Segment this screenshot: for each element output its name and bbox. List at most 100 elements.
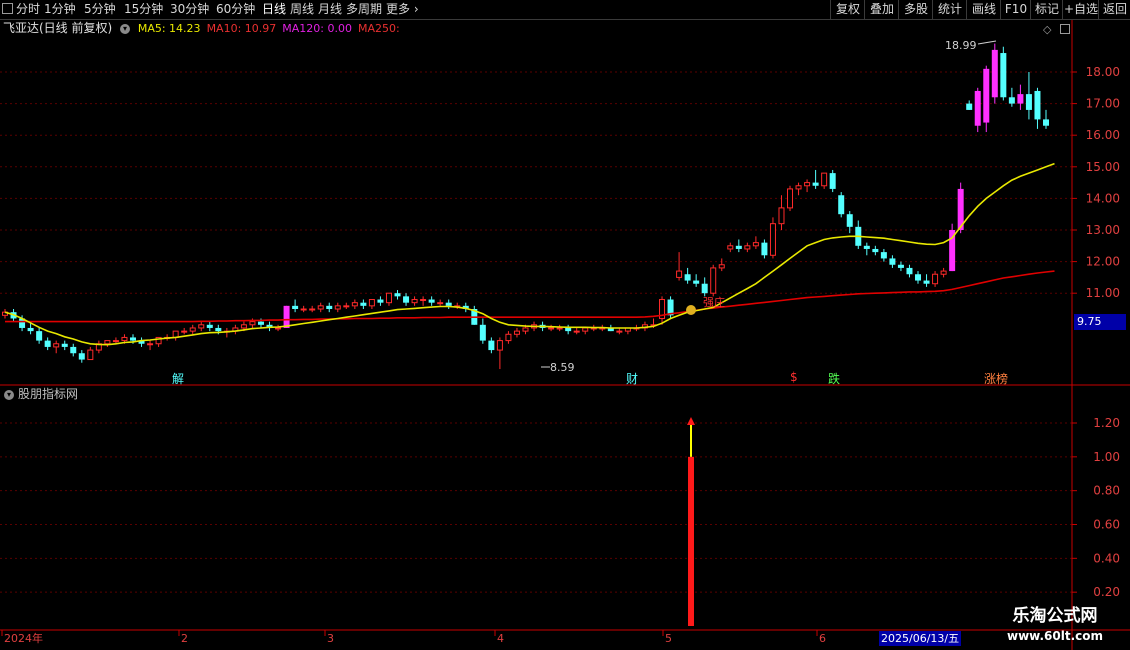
candle-body xyxy=(863,245,870,249)
candle-body xyxy=(513,330,520,335)
candle-body xyxy=(684,274,691,281)
candle-body xyxy=(112,340,119,343)
candle-body xyxy=(838,195,845,215)
strong-label: 强庄 xyxy=(703,296,725,309)
candle-body xyxy=(104,340,111,345)
candle-body xyxy=(556,327,563,330)
candle-body xyxy=(966,103,973,110)
date-tick-label: 5 xyxy=(665,632,672,645)
candle-body xyxy=(394,293,401,297)
watermark-title: 乐淘公式网 xyxy=(1012,606,1098,626)
indicator-tick-label: 0.20 xyxy=(1093,585,1120,599)
event-mark-1[interactable]: 财 xyxy=(626,370,638,387)
candle-body xyxy=(240,324,247,329)
ma-label-1: MA10: 10.97 xyxy=(206,22,277,35)
candle-body xyxy=(778,207,785,225)
last-price-box: 9.75 xyxy=(1074,314,1126,330)
window-box-icon[interactable] xyxy=(2,3,13,14)
watermark-url: www.60lt.com xyxy=(1006,629,1104,643)
candle-body xyxy=(573,330,580,333)
candle-body xyxy=(309,308,316,311)
indicator-title: 股朋指标网 xyxy=(18,387,79,401)
price-tick-label: 15.00 xyxy=(1086,160,1120,174)
period-tab-8[interactable]: 月线 xyxy=(318,0,342,19)
settings-circle-icon[interactable]: ▾ xyxy=(120,23,131,34)
date-tick-label: 6 xyxy=(819,632,826,645)
candle-body xyxy=(206,324,213,328)
candle-body xyxy=(906,267,913,275)
candle-body xyxy=(718,264,725,269)
candle-body xyxy=(377,299,384,303)
candle-body xyxy=(317,305,324,310)
candle-body xyxy=(787,188,794,209)
candle-body xyxy=(761,242,768,256)
date-tick-label: 3 xyxy=(327,632,334,645)
candle-body xyxy=(897,264,904,268)
candle-body xyxy=(121,336,128,342)
candle-body xyxy=(548,327,555,330)
candle-body xyxy=(496,340,503,351)
toolbar-button-4[interactable]: 画线 xyxy=(966,0,1001,19)
candle-body xyxy=(1025,94,1032,110)
indicator-tick-label: 0.60 xyxy=(1093,518,1120,532)
period-tab-7[interactable]: 周线 xyxy=(290,0,314,19)
period-tab-9[interactable]: 多周期 xyxy=(346,0,382,19)
candle-body xyxy=(420,299,427,302)
candle-body xyxy=(334,305,341,310)
period-tab-6[interactable]: 日线 xyxy=(262,0,286,19)
indicator-tick-label: 1.00 xyxy=(1093,450,1120,464)
candle-body xyxy=(872,248,879,253)
period-tab-5[interactable]: 60分钟 xyxy=(216,0,255,19)
candle-body xyxy=(940,270,947,275)
candle-body xyxy=(932,273,939,285)
period-tab-0[interactable]: 分时 xyxy=(16,0,40,19)
candle-body xyxy=(292,305,299,309)
candle-body xyxy=(36,331,43,341)
period-toolbar: 分时 1分钟 5分钟 15分钟 30分钟 60分钟 日线 周线 月线 多周期 更多 › 复权 叠加 多股… xyxy=(0,0,1130,20)
event-mark-4[interactable]: 涨榜 xyxy=(984,370,1008,387)
scroll-box-icon[interactable] xyxy=(1060,24,1070,34)
candle-body xyxy=(565,327,572,332)
event-mark-2[interactable]: $ xyxy=(790,370,798,384)
kline-chart[interactable]: 18.00 17.00 16.00 15.00 14.00 13.00 12.00 11.00… xyxy=(0,20,1130,650)
toolbar-button-8[interactable]: 返回 xyxy=(1098,0,1130,19)
cursor-date-box: 2025/06/13/五 xyxy=(879,631,962,646)
candle-body xyxy=(676,270,683,278)
toolbar-button-6[interactable]: 标记 xyxy=(1030,0,1063,19)
candle-body xyxy=(795,185,802,190)
toolbar-button-3[interactable]: 统计 xyxy=(932,0,967,19)
low-price-label: 8.59 xyxy=(550,361,575,374)
date-tick-label: 2024年 xyxy=(4,631,43,645)
event-mark-3[interactable]: 跌 xyxy=(828,370,840,387)
period-tab-4[interactable]: 30分钟 xyxy=(170,0,209,19)
period-tab-3[interactable]: 15分钟 xyxy=(124,0,163,19)
toolbar-button-5[interactable]: F10 xyxy=(1000,0,1031,19)
candle-body xyxy=(300,308,307,311)
candle-body xyxy=(710,267,717,294)
diamond-icon[interactable]: ◇ xyxy=(1043,23,1051,36)
candle-body xyxy=(1043,119,1049,126)
candle-body xyxy=(351,302,358,307)
period-tab-2[interactable]: 5分钟 xyxy=(84,0,116,19)
watermark: 乐淘公式网 www.60lt.com xyxy=(987,604,1123,648)
candle-body xyxy=(479,324,486,341)
toolbar-button-0[interactable]: 复权 xyxy=(830,0,865,19)
toolbar-button-7[interactable]: +自选 xyxy=(1062,0,1099,19)
toolbar-button-1[interactable]: 叠加 xyxy=(864,0,899,19)
indicator-circle-icon[interactable]: ▾ xyxy=(4,389,14,400)
candle-body xyxy=(189,327,196,332)
price-tick-label: 11.00 xyxy=(1086,286,1120,300)
period-tab-10[interactable]: 更多 › xyxy=(386,0,419,19)
period-tab-1[interactable]: 1分钟 xyxy=(44,0,76,19)
candle-body xyxy=(735,245,742,249)
candle-body xyxy=(70,346,77,354)
indicator-tick-label: 0.40 xyxy=(1093,551,1120,565)
candle-body xyxy=(889,258,896,265)
candle-body xyxy=(812,182,819,186)
toolbar-button-2[interactable]: 多股 xyxy=(898,0,933,19)
event-mark-0[interactable]: 解 xyxy=(172,370,184,387)
candle-body xyxy=(1017,94,1024,104)
indicator-tick-label: 0.80 xyxy=(1093,484,1120,498)
candle-body xyxy=(53,343,60,348)
ma-red-line xyxy=(5,270,1055,323)
